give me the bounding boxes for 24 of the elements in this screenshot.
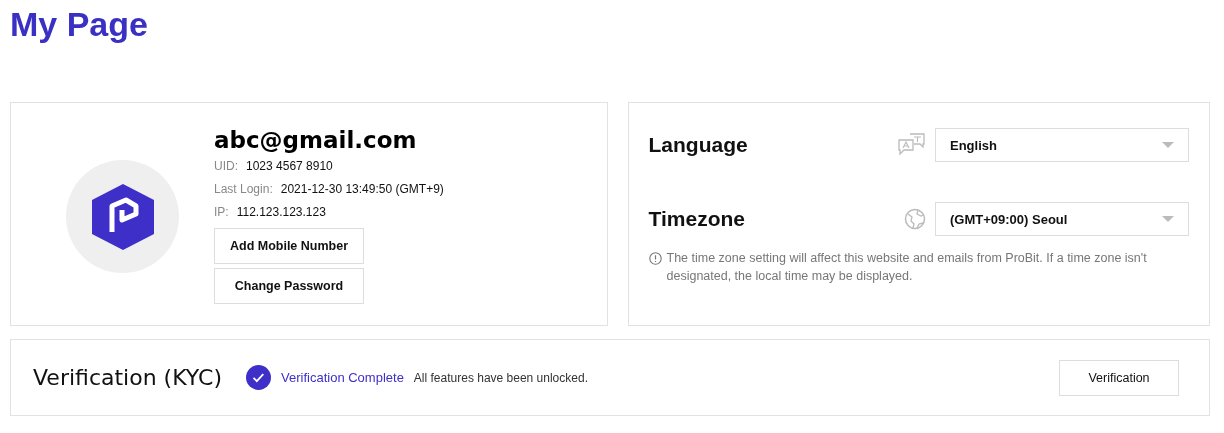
page-title: My Page [10,4,149,45]
field-label: Last Login: [214,182,273,198]
setting-label: Timezone [648,207,746,231]
field-value: 112.123.123.123 [236,205,326,221]
kyc-title: Verification (KYC) [33,365,222,390]
verification-button[interactable]: Verification [1059,359,1179,396]
dropdown-select[interactable]: English [935,128,1189,162]
dropdown-select[interactable]: (GMT+09:00) Seoul [935,202,1189,236]
globe-icon [904,208,926,230]
translate-icon [898,133,926,157]
profile-button[interactable]: Add Mobile Number [214,228,364,264]
field-value: 1023 4567 8910 [246,159,333,175]
profile-button[interactable]: Change Password [214,268,364,304]
field-value: 2021-12-30 13:49:50 (GMT+9) [280,182,444,198]
caret-icon [1162,216,1174,222]
setting-label: Language [648,133,749,157]
info-icon [648,252,662,265]
field-label: UID: [214,159,238,175]
caret-icon [1162,142,1174,148]
verification-status: Verification Complete [281,370,404,385]
field-label: IP: [214,205,229,221]
timezone-note: The time zone setting will affect this website and emails from ProBit. If a time zone isn't designated, the local time may be displayed. [666,250,1148,285]
verification-message: All features have been unlocked. [413,370,589,385]
email-address: abc@gmail.com [214,127,417,153]
